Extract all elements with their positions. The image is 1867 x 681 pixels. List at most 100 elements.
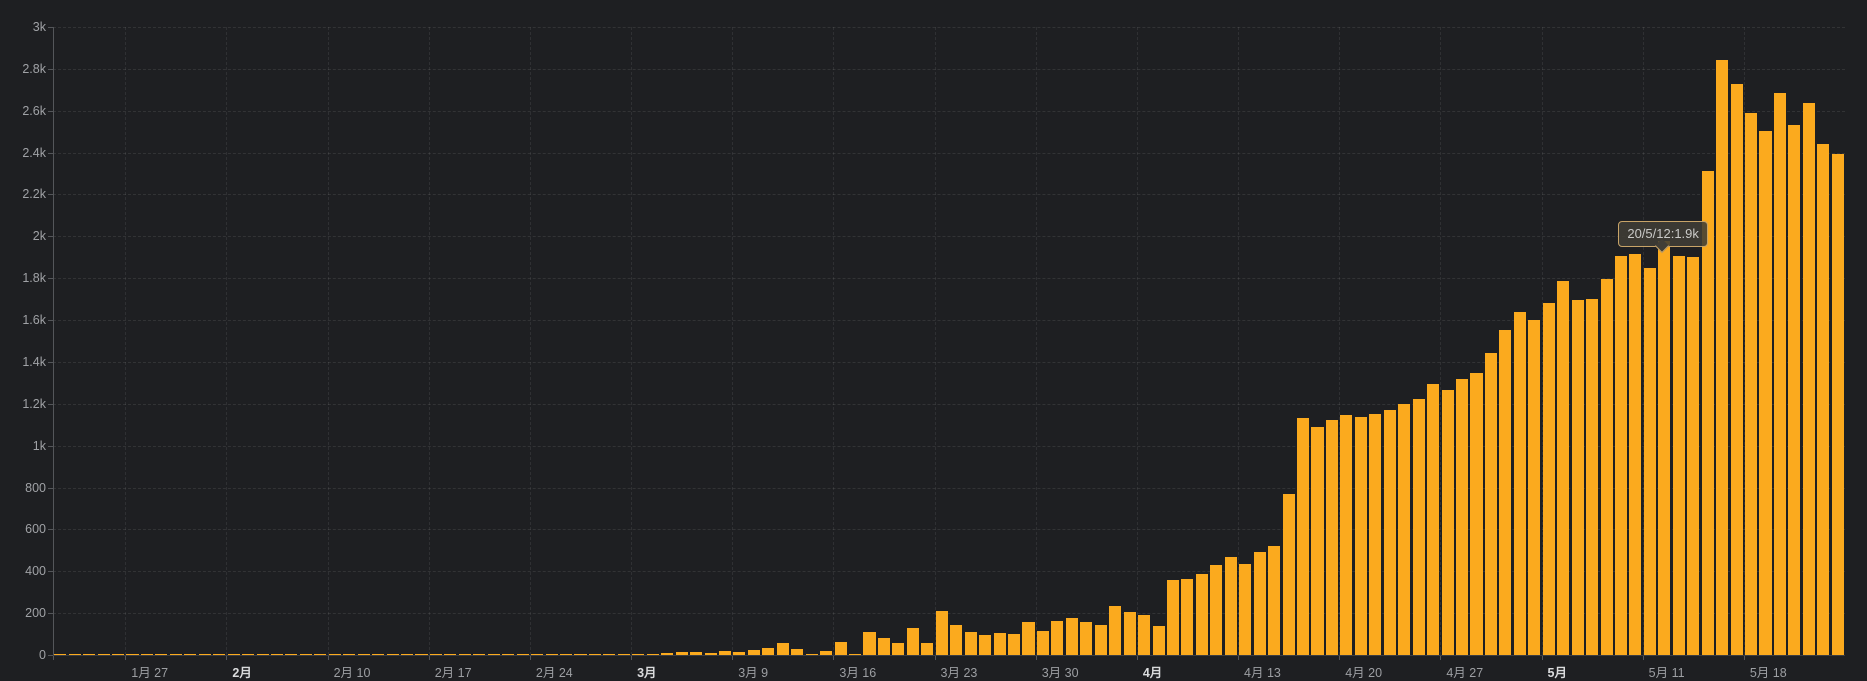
bar[interactable]	[921, 642, 934, 655]
chart-tooltip: 20/5/12:1.9k	[1618, 221, 1708, 254]
v-gridline	[428, 27, 430, 655]
h-gridline	[53, 68, 1845, 70]
bar[interactable]	[906, 628, 919, 655]
x-axis-label: 4月	[1142, 666, 1163, 680]
bar[interactable]	[1109, 606, 1122, 655]
bar[interactable]	[1311, 426, 1324, 655]
bar[interactable]	[1051, 620, 1064, 655]
v-gridline	[833, 27, 835, 655]
bar[interactable]	[1571, 299, 1584, 655]
bar[interactable]	[1166, 580, 1180, 655]
bar[interactable]	[1773, 92, 1786, 655]
bar[interactable]	[1239, 563, 1252, 655]
bar[interactable]	[863, 631, 876, 655]
x-axis-label: 2月 17	[434, 666, 472, 680]
bar[interactable]	[1224, 556, 1237, 655]
y-axis-label: 2.6k	[22, 103, 46, 118]
x-axis-line	[53, 655, 1845, 656]
bar-chart: 0 200 400 600 800 1k 1.2k 1.4k 1.6k 1.8k 2k 2.2k 2.4…	[0, 0, 1867, 681]
bar[interactable]	[1817, 143, 1830, 655]
bar[interactable]	[1123, 611, 1136, 655]
bar[interactable]	[964, 632, 977, 655]
y-axis-label: 800	[25, 480, 46, 495]
bar[interactable]	[1325, 420, 1338, 655]
bar[interactable]	[877, 638, 890, 655]
h-gridline	[53, 152, 1845, 154]
bar[interactable]	[1586, 298, 1599, 655]
bar[interactable]	[1730, 83, 1743, 655]
bar[interactable]	[1282, 494, 1295, 655]
bar[interactable]	[1484, 352, 1497, 655]
x-axis-label: 4月 20	[1345, 666, 1383, 680]
bar[interactable]	[1297, 418, 1310, 655]
bar[interactable]	[1138, 615, 1151, 655]
bar[interactable]	[1788, 124, 1801, 655]
y-axis-label: 1.4k	[22, 354, 46, 369]
x-axis-label: 5月 18	[1749, 666, 1787, 680]
bar[interactable]	[1658, 252, 1671, 655]
bar[interactable]	[1802, 102, 1815, 655]
bar[interactable]	[1065, 618, 1078, 655]
bar[interactable]	[1268, 545, 1281, 655]
bar[interactable]	[762, 648, 775, 655]
bar[interactable]	[979, 635, 992, 655]
bar[interactable]	[1383, 410, 1396, 655]
bar[interactable]	[1528, 320, 1541, 655]
bar[interactable]	[1557, 280, 1570, 655]
bar[interactable]	[1643, 267, 1656, 655]
v-gridline	[732, 27, 734, 655]
bar[interactable]	[1687, 256, 1700, 655]
bar[interactable]	[1210, 565, 1223, 655]
v-gridline	[1238, 27, 1240, 655]
bar[interactable]	[1600, 278, 1613, 655]
bar[interactable]	[1745, 112, 1758, 655]
y-axis-line	[53, 27, 54, 660]
bar[interactable]	[1441, 390, 1454, 655]
bar[interactable]	[1427, 384, 1440, 655]
bar[interactable]	[1716, 60, 1729, 655]
bar[interactable]	[1759, 130, 1772, 655]
bar[interactable]	[1398, 403, 1411, 655]
bar[interactable]	[1354, 416, 1367, 655]
bar[interactable]	[1369, 413, 1382, 655]
bar[interactable]	[1470, 372, 1483, 655]
y-axis-label: 0	[39, 648, 46, 662]
bar[interactable]	[935, 610, 948, 655]
h-gridline	[53, 110, 1845, 112]
bar[interactable]	[1513, 311, 1526, 655]
x-axis-label: 3月	[637, 666, 657, 680]
bar[interactable]	[1008, 634, 1021, 655]
x-axis-label: 2月 24	[535, 666, 573, 680]
bar[interactable]	[1614, 255, 1628, 655]
x-axis-label: 4月 13	[1244, 666, 1281, 680]
bar[interactable]	[1152, 626, 1165, 655]
bar[interactable]	[1094, 625, 1107, 655]
bar[interactable]	[1181, 579, 1194, 655]
bar[interactable]	[1036, 630, 1049, 655]
bar[interactable]	[1195, 574, 1208, 655]
bar[interactable]	[1542, 302, 1555, 655]
bar[interactable]	[1412, 399, 1425, 655]
bar[interactable]	[1672, 255, 1685, 655]
bar[interactable]	[993, 632, 1006, 655]
bar[interactable]	[776, 643, 789, 655]
bar[interactable]	[1456, 378, 1469, 655]
bar[interactable]	[1831, 153, 1844, 655]
bar[interactable]	[1629, 253, 1642, 655]
bar[interactable]	[950, 625, 963, 655]
bar[interactable]	[1499, 330, 1512, 655]
x-axis-label: 5月 11	[1648, 666, 1685, 680]
bar[interactable]	[1253, 551, 1266, 655]
bar[interactable]	[1080, 621, 1093, 655]
bar[interactable]	[892, 642, 905, 655]
x-axis-label: 3月 23	[940, 666, 978, 680]
bar[interactable]	[1340, 415, 1353, 655]
y-axis-label: 1.6k	[22, 313, 46, 328]
h-gridline	[53, 194, 1845, 196]
bar[interactable]	[834, 641, 847, 655]
y-axis-label: 1k	[32, 438, 46, 453]
h-gridline	[53, 27, 1845, 28]
v-gridline	[529, 27, 531, 655]
x-axis-label: 3月 9	[738, 666, 769, 680]
bar[interactable]	[1022, 621, 1035, 655]
